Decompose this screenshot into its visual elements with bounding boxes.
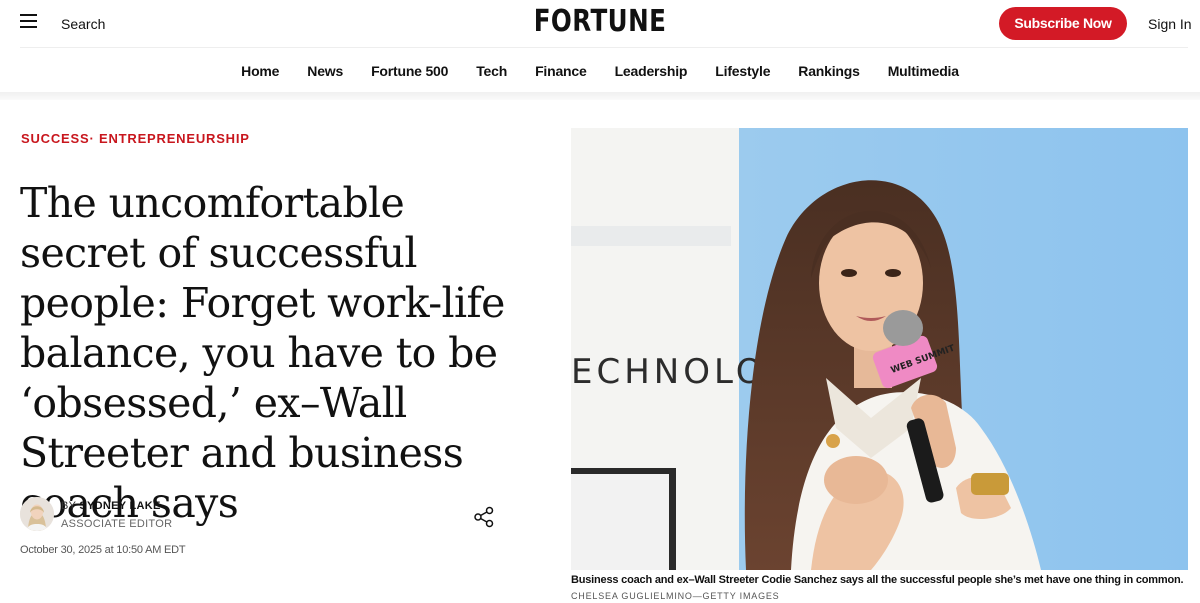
sign-in-link[interactable]: Sign In: [1148, 16, 1192, 32]
article-headline: The uncomfortable secret of successful p…: [20, 179, 505, 527]
subscribe-button[interactable]: Subscribe Now: [999, 7, 1127, 40]
byline-prefix: BY: [61, 500, 77, 512]
nav-item-finance[interactable]: Finance: [535, 63, 587, 79]
hamburger-menu-icon[interactable]: [20, 14, 40, 32]
hero-photo-illustration: ECHNOLOGY WEB SUMMIT: [571, 128, 1188, 570]
nav-item-lifestyle[interactable]: Lifestyle: [715, 63, 770, 79]
nav-item-fortune-500[interactable]: Fortune 500: [371, 63, 448, 79]
nav-item-leadership[interactable]: Leadership: [615, 63, 688, 79]
search-link[interactable]: Search: [61, 16, 105, 32]
nav-item-news[interactable]: News: [307, 63, 343, 79]
top-bar: Search FORTUNE Subscribe Now Sign In: [0, 0, 1200, 48]
nav-item-multimedia[interactable]: Multimedia: [888, 63, 959, 79]
nav-item-rankings[interactable]: Rankings: [798, 63, 860, 79]
nav-item-tech[interactable]: Tech: [476, 63, 507, 79]
main-nav: Home News Fortune 500 Tech Finance Leade…: [0, 48, 1200, 94]
byline: BY SYDNEY LAKE ASSOCIATE EDITOR: [20, 497, 500, 537]
author-title: ASSOCIATE EDITOR: [61, 518, 173, 530]
byline-text: BY SYDNEY LAKE: [61, 500, 161, 512]
nav-item-home[interactable]: Home: [241, 63, 279, 79]
fortune-logo[interactable]: FORTUNE: [108, 4, 1092, 39]
share-icon[interactable]: [472, 505, 496, 529]
image-credit: CHELSEA GUGLIELMINO—GETTY IMAGES: [571, 591, 780, 601]
hero-image[interactable]: ECHNOLOGY WEB SUMMIT: [571, 128, 1188, 570]
publish-timestamp: October 30, 2025 at 10:50 AM EDT: [20, 544, 186, 556]
image-caption: Business coach and ex–Wall Streeter Codi…: [571, 574, 1184, 586]
author-name-link[interactable]: SYDNEY LAKE: [79, 500, 160, 512]
article-category[interactable]: SUCCESS· ENTREPRENEURSHIP: [21, 131, 250, 146]
nav-shadow: [0, 92, 1200, 100]
author-avatar[interactable]: [20, 497, 54, 531]
